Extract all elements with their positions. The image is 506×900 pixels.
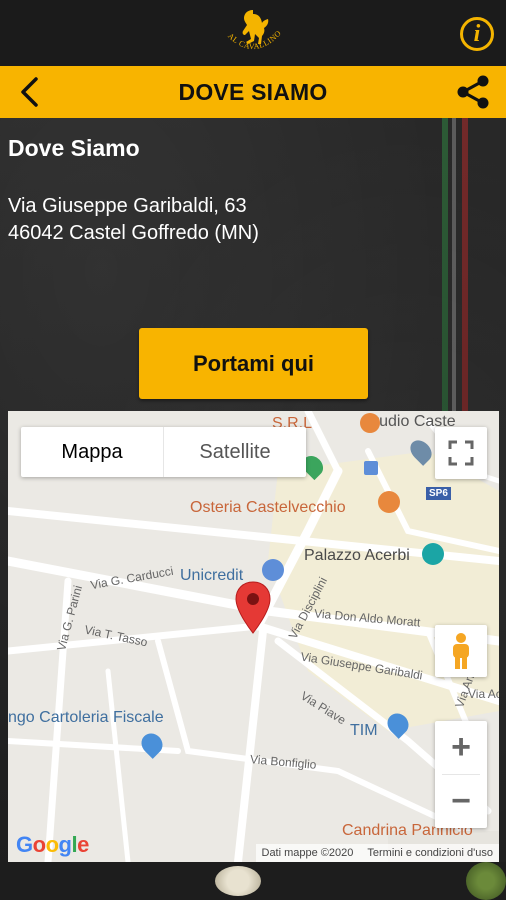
cafe-icon[interactable]: [360, 413, 380, 433]
google-logo[interactable]: Google: [16, 832, 89, 858]
map-data-credit: Dati mappe ©2020: [261, 847, 354, 859]
share-icon[interactable]: [454, 73, 492, 111]
poi-unicredit: Unicredit: [180, 567, 244, 584]
address-line-1: Via Giuseppe Garibaldi, 63: [8, 195, 247, 217]
bank-icon[interactable]: [262, 559, 284, 581]
poi-osteria: Osteria Castelvecchio: [190, 499, 346, 516]
decorative-herb-image: [466, 862, 506, 900]
place-title: Dove Siamo: [8, 135, 140, 161]
terms-link[interactable]: Termini e condizioni d'uso: [367, 847, 493, 859]
road-badge: SP6: [426, 487, 451, 500]
page-title: DOVE SIAMO: [178, 78, 328, 105]
cavallino-logo: AL CAVALLINO: [226, 10, 283, 51]
navigate-button[interactable]: Portami qui: [139, 328, 368, 399]
poi-tim: TIM: [350, 722, 378, 739]
pegman-icon: [453, 633, 469, 669]
location-marker-icon[interactable]: [235, 581, 271, 635]
street-view-button[interactable]: [435, 625, 487, 677]
map-view[interactable]: S.R.L Studio Caste Osteria Castelvecchio…: [8, 411, 499, 862]
poi-cartoleria: ngo Cartoleria Fiscale: [8, 709, 164, 726]
map-streets: [8, 411, 499, 862]
map-type-satellite[interactable]: Satellite: [163, 427, 306, 477]
address-line-2: 46042 Castel Goffredo (MN): [8, 222, 259, 244]
place-address: Via Giuseppe Garibaldi, 63 46042 Castel …: [8, 193, 259, 247]
top-bar: AL CAVALLINO i: [0, 0, 506, 66]
zoom-control: + −: [435, 721, 487, 828]
bottom-strip: [0, 862, 506, 900]
museum-icon[interactable]: [422, 543, 444, 565]
fullscreen-button[interactable]: [435, 427, 487, 479]
fullscreen-icon: [448, 440, 474, 466]
page-header: DOVE SIAMO: [0, 66, 506, 118]
map-type-control: Mappa Satellite: [21, 427, 306, 477]
back-arrow-icon[interactable]: [14, 74, 48, 110]
map-attribution: Dati mappe ©2020 Termini e condizioni d'…: [255, 844, 499, 862]
restaurant-icon[interactable]: [378, 491, 400, 513]
bus-stop-icon[interactable]: [364, 461, 378, 475]
zoom-out-button[interactable]: −: [435, 775, 487, 828]
zoom-in-button[interactable]: +: [435, 721, 487, 774]
info-icon: i: [473, 21, 481, 47]
decorative-food-image: [215, 866, 261, 896]
poi-palazzo: Palazzo Acerbi: [304, 547, 410, 564]
map-type-mappa[interactable]: Mappa: [21, 427, 163, 477]
info-button[interactable]: i: [460, 17, 494, 51]
